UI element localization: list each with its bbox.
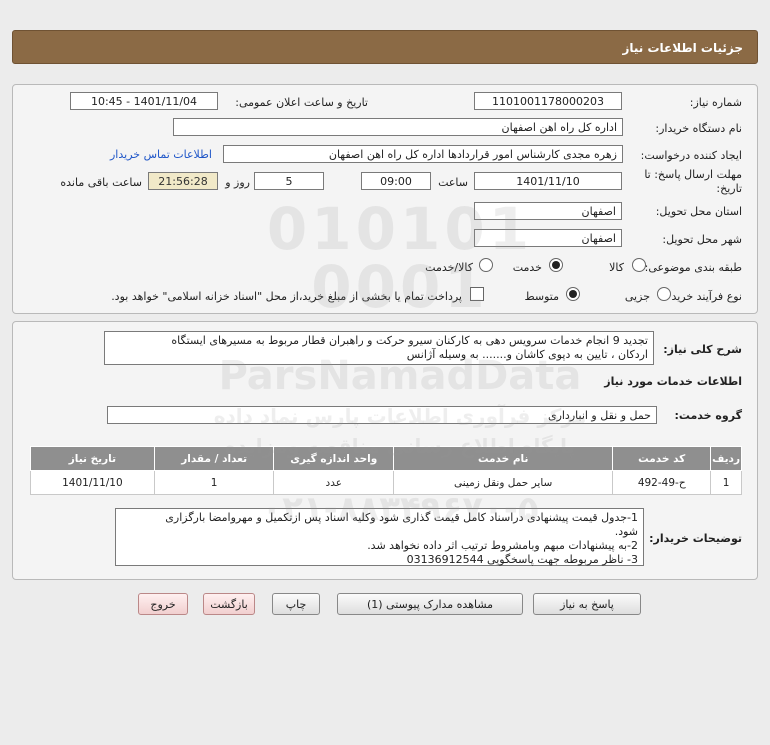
summary-line-2: اردکان ، تایین به دپوی کاشان و....... به… <box>406 348 648 361</box>
buyer-notes-text: 1-جدول قیمت پیشنهادی دراسناد کامل قیمت گ… <box>115 508 644 566</box>
requester-field: زهره مجدی کارشناس امور قراردادها اداره ک… <box>223 145 623 163</box>
deadline-time-field: 09:00 <box>361 172 431 190</box>
col-quantity: تعداد / مقدار <box>153 446 275 471</box>
remaining-label: ساعت باقی مانده <box>60 176 142 189</box>
cell-quantity: 1 <box>153 470 275 495</box>
view-attachments-button[interactable]: مشاهده مدارک پیوستی (1) <box>337 593 523 615</box>
services-section-title: اطلاعات خدمات مورد نیاز <box>604 375 742 388</box>
purchase-option-minor: جزیی <box>624 290 650 303</box>
days-label: روز و <box>225 176 250 189</box>
notes-line-2: شود. <box>614 525 638 538</box>
category-radio-goods[interactable] <box>632 258 646 272</box>
purchase-radio-medium[interactable] <box>566 287 580 301</box>
table-header-row: ردیف کد خدمت نام خدمت واحد اندازه گیری ت… <box>30 446 742 471</box>
announce-datetime-field: 1401/11/04 - 10:45 <box>70 92 218 110</box>
page-title: جزئیات اطلاعات نیاز <box>622 41 743 55</box>
reply-button[interactable]: پاسخ به نیاز <box>533 593 641 615</box>
deadline-time-label: ساعت <box>438 176 468 189</box>
category-radio-service[interactable] <box>549 258 563 272</box>
cell-unit: عدد <box>273 470 395 495</box>
cell-service-name: سایر حمل ونقل زمینی <box>393 470 614 495</box>
cell-service-code: ح-49-492 <box>612 470 712 495</box>
remaining-time-field: 21:56:28 <box>148 172 218 190</box>
notes-line-3: 2-به پیشنهادات مبهم وبامشروط ترتیب اثر د… <box>367 539 638 552</box>
col-row: ردیف <box>710 446 742 471</box>
service-group-field: حمل و نقل و انبارداری <box>107 406 657 424</box>
deadline-label: مهلت ارسال پاسخ: تا <box>644 168 742 181</box>
service-group-label: گروه خدمت: <box>674 409 742 422</box>
back-button[interactable]: بازگشت <box>203 593 255 615</box>
buyer-org-label: نام دستگاه خریدار: <box>655 122 742 135</box>
category-option-goods: کالا <box>609 261 624 274</box>
notes-line-1: 1-جدول قیمت پیشنهادی دراسناد کامل قیمت گ… <box>165 511 638 524</box>
table-row: 1 ح-49-492 سایر حمل ونقل زمینی عدد 1 140… <box>30 470 742 495</box>
category-option-goods-service: کالا/خدمت <box>425 261 473 274</box>
summary-text: تجدید 9 انجام خدمات سرویس دهی به کارکنان… <box>104 331 654 365</box>
purchase-radio-minor[interactable] <box>657 287 671 301</box>
category-option-service: خدمت <box>512 261 542 274</box>
services-table: ردیف کد خدمت نام خدمت واحد اندازه گیری ت… <box>30 446 742 495</box>
city-label: شهر محل تحویل: <box>662 233 742 246</box>
need-number-field: 1101001178000203 <box>474 92 622 110</box>
province-field: اصفهان <box>474 202 622 220</box>
exit-button[interactable]: خروج <box>138 593 188 615</box>
need-number-label: شماره نیاز: <box>689 96 742 109</box>
category-label: طبقه بندی موضوعی: <box>644 261 742 274</box>
page-header: جزئیات اطلاعات نیاز <box>12 30 758 64</box>
category-radio-goods-service[interactable] <box>479 258 493 272</box>
requester-label: ایجاد کننده درخواست: <box>640 149 742 162</box>
purchase-option-medium: متوسط <box>524 290 559 303</box>
deadline-label-date: تاریخ: <box>716 182 742 195</box>
cell-need-date: 1401/11/10 <box>30 470 155 495</box>
col-service-code: کد خدمت <box>612 446 712 471</box>
col-service-name: نام خدمت <box>393 446 614 471</box>
notes-line-4: 3- ناظر مربوطه جهت پاسخگویی 03136912544 <box>406 553 638 566</box>
summary-label: شرح کلی نیاز: <box>663 343 742 356</box>
remaining-days-field: 5 <box>254 172 324 190</box>
buyer-org-field: اداره کل راه اهن اصفهان <box>173 118 623 136</box>
buyer-notes-label: توضیحات خریدار: <box>649 532 742 545</box>
province-label: استان محل تحویل: <box>655 205 742 218</box>
print-button[interactable]: چاپ <box>272 593 320 615</box>
summary-line-1: تجدید 9 انجام خدمات سرویس دهی به کارکنان… <box>171 334 648 347</box>
buyer-contact-link[interactable]: اطلاعات تماس خریدار <box>110 148 212 161</box>
col-need-date: تاریخ نیاز <box>30 446 155 471</box>
announce-label: تاریخ و ساعت اعلان عمومی: <box>235 96 368 109</box>
cell-row: 1 <box>710 470 742 495</box>
treasury-note: پرداخت تمام یا بخشی از مبلغ خرید،از محل … <box>111 290 462 303</box>
col-unit: واحد اندازه گیری <box>273 446 395 471</box>
deadline-date-field: 1401/11/10 <box>474 172 622 190</box>
purchase-type-label: نوع فرآیند خرید : <box>664 290 742 303</box>
treasury-checkbox[interactable] <box>470 287 484 301</box>
city-field: اصفهان <box>474 229 622 247</box>
